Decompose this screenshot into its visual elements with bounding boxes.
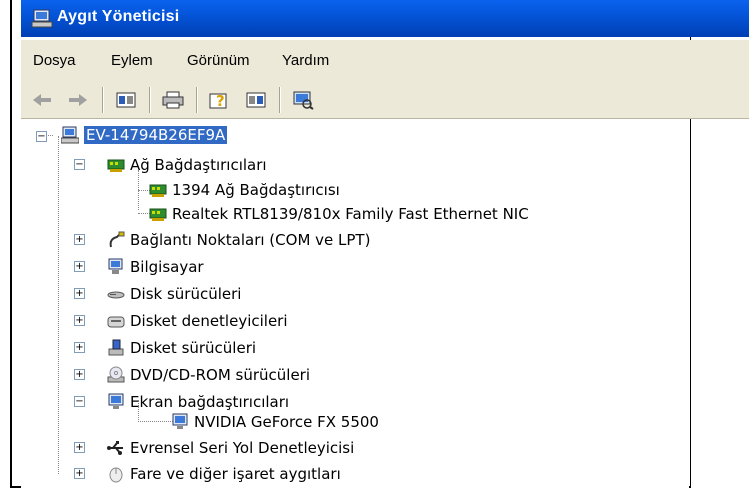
network-adapter-icon bbox=[149, 184, 167, 197]
scan-hardware-icon[interactable] bbox=[288, 88, 318, 112]
floppy-drive-icon bbox=[108, 339, 124, 356]
computer-icon bbox=[61, 126, 79, 144]
expand-mouse-toggle[interactable]: + bbox=[74, 468, 85, 479]
device-tree: − EV-14794B26EF9A − Ağ Bağdaştırıcıları … bbox=[21, 120, 689, 495]
menu-dosya[interactable]: Dosya bbox=[33, 52, 76, 69]
forward-arrow-icon[interactable] bbox=[63, 88, 93, 112]
title-bar: Aygıt Yöneticisi bbox=[21, 0, 749, 37]
tree-item-nvidia[interactable]: NVIDIA GeForce FX 5500 bbox=[171, 411, 379, 433]
device-manager-icon bbox=[31, 9, 53, 28]
expand-floppy-controller-toggle[interactable]: + bbox=[74, 315, 85, 326]
tree-item-ports[interactable]: Bağlantı Noktaları (COM ve LPT) bbox=[107, 229, 370, 251]
computer-icon bbox=[108, 258, 123, 274]
collapse-root-toggle[interactable]: − bbox=[36, 131, 47, 142]
tree-item-computer[interactable]: Bilgisayar bbox=[107, 256, 204, 278]
network-adapter-icon bbox=[107, 159, 125, 172]
expand-computer-toggle[interactable]: + bbox=[74, 261, 85, 272]
floppy-controller-icon bbox=[107, 316, 125, 328]
collapse-network-toggle[interactable]: − bbox=[74, 159, 85, 170]
help-icon[interactable]: ? bbox=[205, 88, 235, 112]
display-adapter-icon bbox=[172, 413, 188, 429]
mouse-icon bbox=[109, 467, 123, 483]
window-title: Aygıt Yöneticisi bbox=[57, 8, 180, 25]
menu-eylem[interactable]: Eylem bbox=[111, 52, 153, 69]
network-adapter-icon bbox=[149, 208, 167, 221]
panel-icon[interactable] bbox=[241, 88, 271, 112]
svg-text:?: ? bbox=[216, 92, 225, 109]
tree-item-disk-drives[interactable]: Disk sürücüleri bbox=[107, 283, 241, 305]
tree-item-display-adapters[interactable]: Ekran bağdaştırıcıları bbox=[107, 391, 289, 413]
collapse-display-toggle[interactable]: − bbox=[74, 396, 85, 407]
menu-gorunum[interactable]: Görünüm bbox=[187, 52, 250, 69]
expand-dvd-toggle[interactable]: + bbox=[74, 369, 85, 380]
dvd-icon bbox=[107, 366, 125, 383]
usb-icon bbox=[107, 441, 123, 455]
root-label: EV-14794B26EF9A bbox=[84, 126, 228, 144]
toolbar: ? bbox=[21, 82, 749, 119]
expand-usb-toggle[interactable]: + bbox=[74, 442, 85, 453]
expand-floppy-drive-toggle[interactable]: + bbox=[74, 342, 85, 353]
tree-root[interactable]: EV-14794B26EF9A bbox=[61, 124, 228, 146]
disk-drive-icon bbox=[107, 291, 125, 299]
tree-item-dvd-drives[interactable]: DVD/CD-ROM sürücüleri bbox=[107, 364, 310, 386]
print-icon[interactable] bbox=[158, 88, 188, 112]
display-adapter-icon bbox=[108, 393, 124, 409]
tree-item-usb[interactable]: Evrensel Seri Yol Denetleyicisi bbox=[107, 437, 354, 459]
tree-item-1394-adapter[interactable]: 1394 Ağ Bağdaştırıcısı bbox=[149, 179, 340, 201]
back-arrow-icon[interactable] bbox=[27, 88, 57, 112]
tree-item-network-adapters[interactable]: Ağ Bağdaştırıcıları bbox=[107, 154, 267, 176]
tree-item-realtek-nic[interactable]: Realtek RTL8139/810x Family Fast Etherne… bbox=[149, 203, 529, 225]
port-icon bbox=[109, 231, 125, 248]
expand-ports-toggle[interactable]: + bbox=[74, 234, 85, 245]
menu-yardim[interactable]: Yardım bbox=[282, 52, 329, 69]
menu-bar: Dosya Eylem Görünüm Yardım bbox=[21, 40, 749, 83]
tree-item-floppy-drives[interactable]: Disket sürücüleri bbox=[107, 337, 256, 359]
tree-item-mouse[interactable]: Fare ve diğer işaret aygıtları bbox=[107, 463, 341, 485]
expand-disk-toggle[interactable]: + bbox=[74, 288, 85, 299]
tree-item-floppy-controllers[interactable]: Disket denetleyicileri bbox=[107, 310, 288, 332]
properties-icon[interactable] bbox=[111, 88, 141, 112]
